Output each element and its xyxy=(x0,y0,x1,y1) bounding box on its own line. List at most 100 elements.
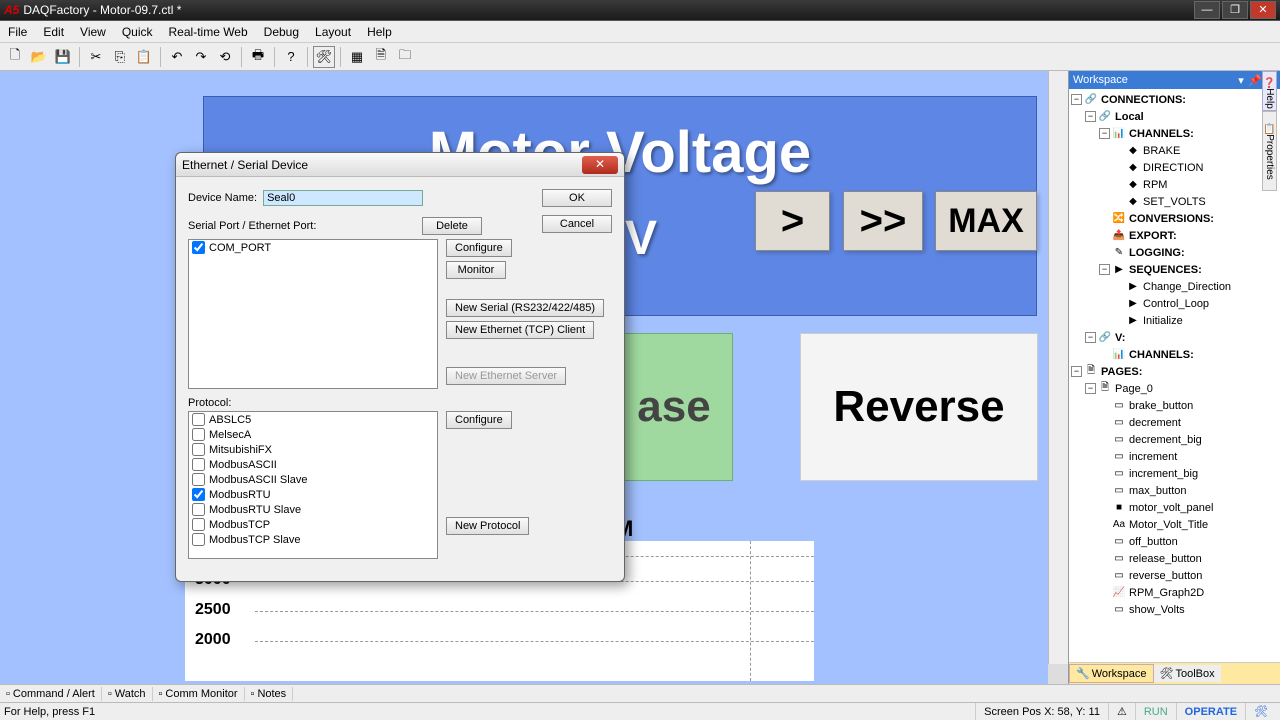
dialog-close-button[interactable]: ✕ xyxy=(582,156,618,174)
grid-icon[interactable]: ▦ xyxy=(346,46,368,68)
help-icon[interactable]: ? xyxy=(280,46,302,68)
tree-node[interactable]: ▭decrement_big xyxy=(1071,431,1278,448)
protocol-item[interactable]: MitsubishiFX xyxy=(189,442,437,457)
protocol-item[interactable]: ABSLC5 xyxy=(189,412,437,427)
tree-node[interactable]: ◆SET_VOLTS xyxy=(1071,193,1278,210)
print-icon[interactable]: 🖶 xyxy=(247,46,269,68)
configure-port-button[interactable]: Configure xyxy=(446,239,512,257)
menu-layout[interactable]: Layout xyxy=(315,25,351,39)
tree-node[interactable]: ▶Change_Direction xyxy=(1071,278,1278,295)
tree-node[interactable]: −🔗CONNECTIONS: xyxy=(1071,91,1278,108)
open-icon[interactable]: 📂 xyxy=(28,46,50,68)
tree-node[interactable]: −🔗Local xyxy=(1071,108,1278,125)
protocol-item[interactable]: ModbusASCII Slave xyxy=(189,472,437,487)
undo-icon[interactable]: ↶ xyxy=(166,46,188,68)
tree-node[interactable]: ▭increment xyxy=(1071,448,1278,465)
new-ethernet-client-button[interactable]: New Ethernet (TCP) Client xyxy=(446,321,594,339)
close-button[interactable]: ✕ xyxy=(1250,1,1276,19)
tool-icon[interactable]: ⟲ xyxy=(214,46,236,68)
dialog-header[interactable]: Ethernet / Serial Device ✕ xyxy=(176,153,624,177)
save-icon[interactable]: 💾 xyxy=(52,46,74,68)
tree-node[interactable]: ▭show_Volts xyxy=(1071,601,1278,618)
wrench-icon[interactable]: 🛠 xyxy=(313,46,335,68)
bottom-tab-notes[interactable]: ▫Notes xyxy=(245,687,294,701)
menu-view[interactable]: View xyxy=(80,25,106,39)
folder-icon[interactable]: 🗀 xyxy=(394,46,416,68)
paste-icon[interactable]: 📋 xyxy=(133,46,155,68)
scroll-strip[interactable] xyxy=(1048,71,1068,664)
page-icon[interactable]: 🗎 xyxy=(370,46,392,68)
tree-node[interactable]: −▶SEQUENCES: xyxy=(1071,261,1278,278)
delete-button[interactable]: Delete xyxy=(422,217,482,235)
increment-big-button[interactable]: >> xyxy=(843,191,923,251)
tree-node[interactable]: ▭reverse_button xyxy=(1071,567,1278,584)
tree-node[interactable]: ◆BRAKE xyxy=(1071,142,1278,159)
device-name-input[interactable] xyxy=(263,190,423,206)
tree-node[interactable]: ▶Control_Loop xyxy=(1071,295,1278,312)
configure-protocol-button[interactable]: Configure xyxy=(446,411,512,429)
protocol-item[interactable]: ModbusTCP xyxy=(189,517,437,532)
tree-node[interactable]: ▭off_button xyxy=(1071,533,1278,550)
status-tool-icon[interactable]: 🛠 xyxy=(1245,703,1276,720)
tree-node[interactable]: ▶Initialize xyxy=(1071,312,1278,329)
new-ethernet-server-button[interactable]: New Ethernet Server xyxy=(446,367,566,385)
redo-icon[interactable]: ↷ xyxy=(190,46,212,68)
reverse-button[interactable]: Reverse xyxy=(800,333,1038,481)
tree-node[interactable]: ▭release_button xyxy=(1071,550,1278,567)
cut-icon[interactable]: ✂ xyxy=(85,46,107,68)
tab-properties[interactable]: 📋Properties xyxy=(1262,111,1277,191)
tree-node[interactable]: −🔗V: xyxy=(1071,329,1278,346)
new-serial-button[interactable]: New Serial (RS232/422/485) xyxy=(446,299,604,317)
protocol-item[interactable]: ModbusASCII xyxy=(189,457,437,472)
protocol-item[interactable]: ModbusRTU Slave xyxy=(189,502,437,517)
menu-real-time-web[interactable]: Real-time Web xyxy=(169,25,248,39)
protocol-item[interactable]: ModbusRTU xyxy=(189,487,437,502)
maximize-button[interactable]: ❐ xyxy=(1222,1,1248,19)
tab-workspace[interactable]: 🔧Workspace xyxy=(1069,664,1154,683)
menu-help[interactable]: Help xyxy=(367,25,392,39)
tree-node[interactable]: ◆DIRECTION xyxy=(1071,159,1278,176)
panel-pin-icon[interactable]: 📌 xyxy=(1248,74,1262,87)
protocol-listbox[interactable]: ABSLC5MelsecAMitsubishiFXModbusASCIIModb… xyxy=(188,411,438,559)
tree-node[interactable]: 📈RPM_Graph2D xyxy=(1071,584,1278,601)
tree-node[interactable]: ▭brake_button xyxy=(1071,397,1278,414)
tree-node[interactable]: ▭increment_big xyxy=(1071,465,1278,482)
menu-quick[interactable]: Quick xyxy=(122,25,153,39)
tree-node[interactable]: 🔀CONVERSIONS: xyxy=(1071,210,1278,227)
menu-file[interactable]: File xyxy=(8,25,27,39)
tree-node[interactable]: AaMotor_Volt_Title xyxy=(1071,516,1278,533)
monitor-button[interactable]: Monitor xyxy=(446,261,506,279)
tree-node[interactable]: −📊CHANNELS: xyxy=(1071,125,1278,142)
tree-node[interactable]: ▭max_button xyxy=(1071,482,1278,499)
port-listbox[interactable]: COM_PORT xyxy=(188,239,438,389)
menu-debug[interactable]: Debug xyxy=(264,25,299,39)
protocol-item[interactable]: MelsecA xyxy=(189,427,437,442)
bottom-tab-comm-monitor[interactable]: ▫Comm Monitor xyxy=(153,687,245,701)
bottom-tab-command-alert[interactable]: ▫Command / Alert xyxy=(0,687,102,701)
cancel-button[interactable]: Cancel xyxy=(542,215,612,233)
release-button[interactable]: ase xyxy=(623,333,733,481)
tree-node[interactable]: ▭decrement xyxy=(1071,414,1278,431)
ok-button[interactable]: OK xyxy=(542,189,612,207)
tree-node[interactable]: 📊CHANNELS: xyxy=(1071,346,1278,363)
tree-node[interactable]: ◆RPM xyxy=(1071,176,1278,193)
menu-edit[interactable]: Edit xyxy=(43,25,64,39)
tree-node[interactable]: ■motor_volt_panel xyxy=(1071,499,1278,516)
increment-button[interactable]: > xyxy=(755,191,830,251)
tab-toolbox[interactable]: 🛠ToolBox xyxy=(1154,665,1221,682)
tab-help[interactable]: ❓Help xyxy=(1262,71,1277,111)
status-operate[interactable]: OPERATE xyxy=(1176,703,1245,720)
tree-node[interactable]: ✎LOGGING: xyxy=(1071,244,1278,261)
bottom-tab-watch[interactable]: ▫Watch xyxy=(102,687,153,701)
new-protocol-button[interactable]: New Protocol xyxy=(446,517,529,535)
port-item[interactable]: COM_PORT xyxy=(189,240,437,255)
protocol-item[interactable]: ModbusTCP Slave xyxy=(189,532,437,547)
panel-menu-icon[interactable]: ▾ xyxy=(1234,74,1248,87)
workspace-tree[interactable]: −🔗CONNECTIONS:−🔗Local−📊CHANNELS:◆BRAKE◆D… xyxy=(1069,89,1280,662)
tree-node[interactable]: −🗎PAGES: xyxy=(1071,363,1278,380)
status-run[interactable]: RUN xyxy=(1135,703,1176,720)
tree-node[interactable]: −🗎Page_0 xyxy=(1071,380,1278,397)
tree-node[interactable]: 📤EXPORT: xyxy=(1071,227,1278,244)
copy-icon[interactable]: ⎘ xyxy=(109,46,131,68)
max-button[interactable]: MAX xyxy=(935,191,1037,251)
